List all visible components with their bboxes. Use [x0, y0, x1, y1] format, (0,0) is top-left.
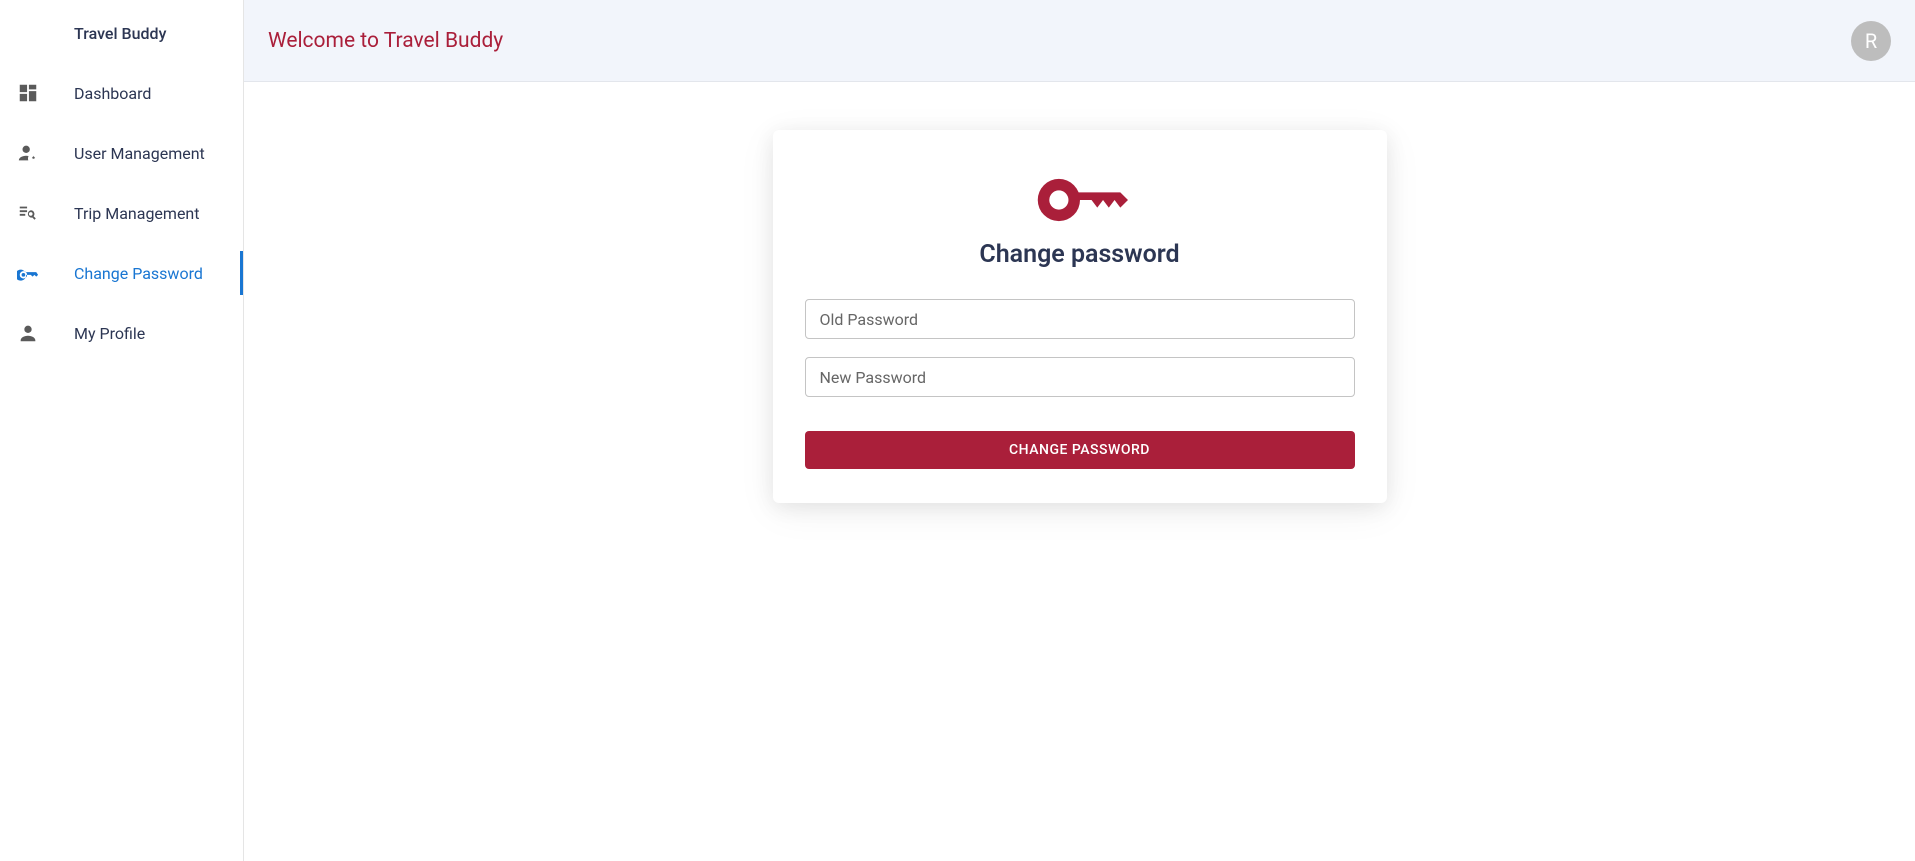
list-search-icon [16, 201, 40, 225]
sidebar-item-trip-management[interactable]: Trip Management [0, 183, 243, 243]
sidebar-item-my-profile[interactable]: My Profile [0, 303, 243, 363]
avatar[interactable]: R [1851, 21, 1891, 61]
change-password-button[interactable]: CHANGE PASSWORD [805, 431, 1355, 469]
sidebar-item-label: Change Password [74, 264, 203, 283]
main-area: Welcome to Travel Buddy R Change passwor… [244, 0, 1915, 861]
user-gear-icon [16, 141, 40, 165]
topbar: Welcome to Travel Buddy R [244, 0, 1915, 82]
key-large-icon [805, 170, 1355, 230]
brand-title: Travel Buddy [0, 0, 243, 63]
sidebar-item-label: Dashboard [74, 84, 151, 103]
dashboard-icon [16, 81, 40, 105]
person-icon [16, 321, 40, 345]
content: Change password CHANGE PASSWORD [244, 82, 1915, 861]
old-password-input[interactable] [805, 299, 1355, 339]
key-icon [16, 261, 40, 285]
sidebar-item-label: User Management [74, 144, 205, 163]
sidebar-item-label: Trip Management [74, 204, 200, 223]
sidebar-item-change-password[interactable]: Change Password [0, 243, 243, 303]
change-password-card: Change password CHANGE PASSWORD [773, 130, 1387, 503]
sidebar-item-user-management[interactable]: User Management [0, 123, 243, 183]
new-password-input[interactable] [805, 357, 1355, 397]
card-title: Change password [805, 240, 1355, 269]
sidebar: Travel Buddy Dashboard User Management T… [0, 0, 244, 861]
sidebar-item-label: My Profile [74, 324, 145, 343]
sidebar-item-dashboard[interactable]: Dashboard [0, 63, 243, 123]
page-title: Welcome to Travel Buddy [268, 29, 503, 53]
